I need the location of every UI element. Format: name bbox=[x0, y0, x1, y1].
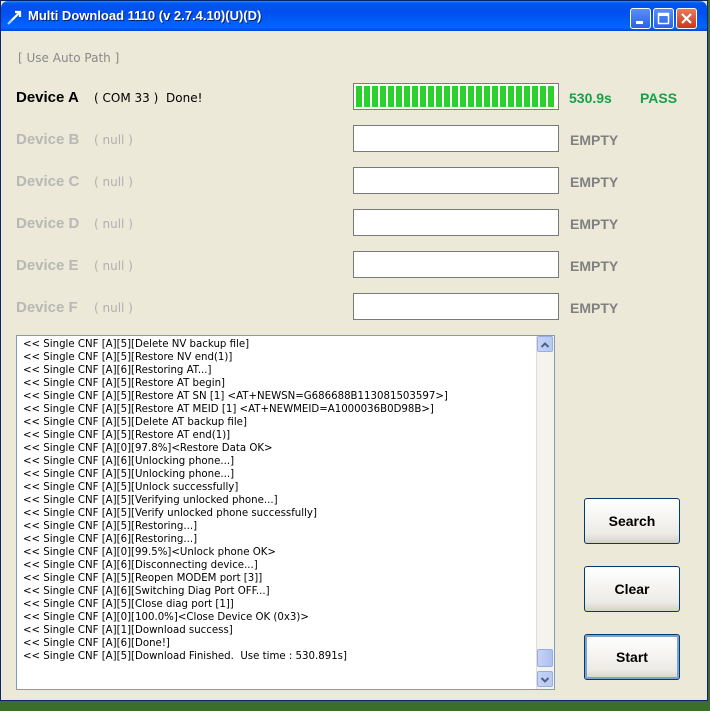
log-line: << Single CNF [A][6][Disconnecting devic… bbox=[23, 560, 258, 571]
device-d-port: ( null ) bbox=[94, 217, 133, 231]
log-line: << Single CNF [A][6][Switching Diag Port… bbox=[23, 586, 270, 597]
client-area: [ Use Auto Path ] Device A ( COM 33 ) Do… bbox=[4, 31, 704, 699]
device-c-port: ( null ) bbox=[94, 175, 133, 189]
log-line: << Single CNF [A][5][Verify unlocked pho… bbox=[23, 508, 317, 519]
log-line: << Single CNF [A][5][Reopen MODEM port [… bbox=[23, 573, 263, 584]
device-a-progress-bar bbox=[353, 83, 559, 110]
log-line: << Single CNF [A][6][Done!] bbox=[23, 638, 170, 649]
device-a-port: ( COM 33 ) bbox=[94, 91, 159, 105]
device-e-name: Device E bbox=[16, 257, 79, 274]
log-line: << Single CNF [A][1][Download success] bbox=[23, 625, 233, 636]
scroll-down-button[interactable] bbox=[537, 671, 553, 687]
log-line: << Single CNF [A][5][Restoring...] bbox=[23, 521, 198, 532]
log-line: << Single CNF [A][5][Unlocking phone...] bbox=[23, 469, 235, 480]
download-arrow-icon bbox=[7, 9, 23, 25]
device-b-name: Device B bbox=[16, 131, 80, 148]
device-a-time: 530.9s bbox=[569, 90, 612, 106]
chevron-up-icon bbox=[540, 342, 550, 348]
device-e-progress-bar bbox=[353, 251, 559, 278]
chevron-down-icon bbox=[540, 677, 550, 683]
search-button[interactable]: Search bbox=[584, 498, 680, 544]
log-line: << Single CNF [A][5][Verifying unlocked … bbox=[23, 495, 278, 506]
window-title: Multi Download 1110 (v 2.7.4.10)(U)(D) bbox=[28, 8, 262, 23]
device-f-progress-bar bbox=[353, 293, 559, 320]
device-c-name: Device C bbox=[16, 173, 80, 190]
log-line: << Single CNF [A][5][Unlock successfully… bbox=[23, 482, 239, 493]
minimize-button[interactable] bbox=[630, 8, 651, 29]
log-textarea[interactable]: << Single CNF [A][5][Delete NV backup fi… bbox=[16, 335, 555, 690]
clear-button[interactable]: Clear bbox=[584, 566, 680, 612]
log-line: << Single CNF [A][5][Restore AT end(1)] bbox=[23, 430, 231, 441]
log-line: << Single CNF [A][5][Delete AT backup fi… bbox=[23, 417, 247, 428]
minimize-icon bbox=[636, 21, 643, 24]
scroll-thumb[interactable] bbox=[537, 649, 553, 667]
device-d-progress-bar bbox=[353, 209, 559, 236]
log-line: << Single CNF [A][5][Download Finished. … bbox=[23, 651, 347, 662]
log-line: << Single CNF [A][5][Restore AT SN [1] <… bbox=[23, 391, 448, 402]
device-f-name: Device F bbox=[16, 299, 78, 316]
close-button[interactable] bbox=[676, 8, 697, 29]
device-b-result: EMPTY bbox=[570, 132, 619, 148]
device-d-result: EMPTY bbox=[570, 216, 619, 232]
log-line: << Single CNF [A][5][Close diag port [1]… bbox=[23, 599, 234, 610]
log-line: << Single CNF [A][5][Restore AT begin] bbox=[23, 378, 226, 389]
log-line: << Single CNF [A][6][Restoring...] bbox=[23, 534, 198, 545]
app-window: Multi Download 1110 (v 2.7.4.10)(U)(D) [… bbox=[0, 0, 708, 701]
device-f-result: EMPTY bbox=[570, 300, 619, 316]
device-c-progress-bar bbox=[353, 167, 559, 194]
device-f-port: ( null ) bbox=[94, 301, 133, 315]
log-line: << Single CNF [A][6][Unlocking phone...] bbox=[23, 456, 235, 467]
device-c-result: EMPTY bbox=[570, 174, 619, 190]
title-bar[interactable]: Multi Download 1110 (v 2.7.4.10)(U)(D) bbox=[1, 1, 707, 31]
log-line: << Single CNF [A][0][100.0%]<Close Devic… bbox=[23, 612, 309, 623]
scroll-up-button[interactable] bbox=[537, 336, 553, 352]
maximize-button[interactable] bbox=[653, 8, 674, 29]
device-b-port: ( null ) bbox=[94, 133, 133, 147]
close-icon bbox=[681, 13, 692, 24]
maximize-icon bbox=[657, 12, 670, 25]
device-a-status: Done! bbox=[166, 91, 203, 105]
device-a-name: Device A bbox=[16, 89, 79, 106]
use-auto-path-label[interactable]: [ Use Auto Path ] bbox=[18, 51, 119, 65]
log-line: << Single CNF [A][6][Restoring AT...] bbox=[23, 365, 212, 376]
log-line: << Single CNF [A][0][99.5%]<Unlock phone… bbox=[23, 547, 276, 558]
device-a-result: PASS bbox=[640, 90, 678, 106]
start-button[interactable]: Start bbox=[584, 634, 680, 680]
device-b-progress-bar bbox=[353, 125, 559, 152]
log-line: << Single CNF [A][5][Restore AT MEID [1]… bbox=[23, 404, 434, 415]
device-d-name: Device D bbox=[16, 215, 80, 232]
device-a-progress-fill bbox=[356, 86, 556, 107]
log-line: << Single CNF [A][5][Delete NV backup fi… bbox=[23, 339, 250, 350]
log-line: << Single CNF [A][5][Restore NV end(1)] bbox=[23, 352, 233, 363]
log-lines: << Single CNF [A][5][Delete NV backup fi… bbox=[23, 338, 533, 663]
device-e-port: ( null ) bbox=[94, 259, 133, 273]
log-scrollbar[interactable] bbox=[536, 336, 554, 689]
log-line: << Single CNF [A][0][97.8%]<Restore Data… bbox=[23, 443, 273, 454]
device-e-result: EMPTY bbox=[570, 258, 619, 274]
